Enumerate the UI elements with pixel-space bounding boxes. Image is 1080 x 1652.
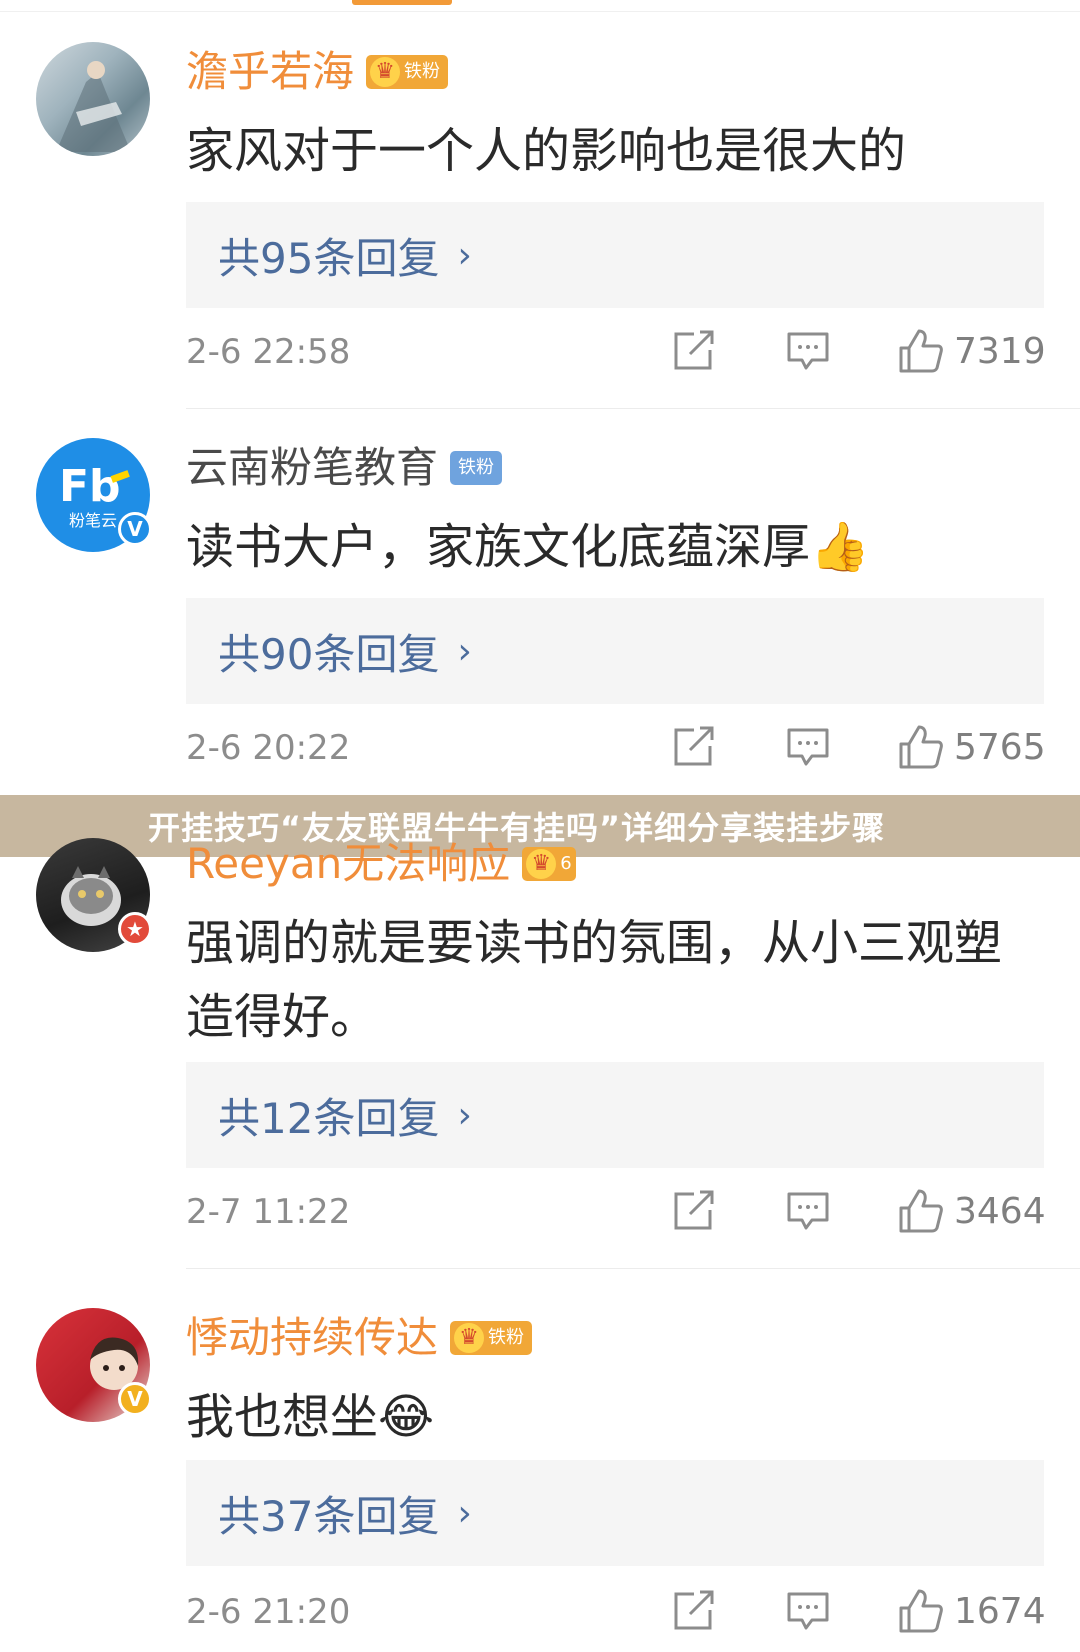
comment-text: 读书大户，家族文化底蕴深厚👍 — [186, 519, 870, 575]
like-count: 5765 — [954, 726, 1046, 768]
comment-button[interactable] — [786, 1588, 830, 1634]
avatar[interactable] — [36, 42, 150, 156]
comment-text: 强调的就是要读书的氛围，从小三观塑造得好。 — [186, 915, 1003, 1045]
divider — [186, 408, 1080, 409]
thumbs-up-icon — [899, 1589, 943, 1633]
comment-text: 我也想坐😂 — [186, 1389, 435, 1445]
replies-link[interactable]: 共37条回复 › — [186, 1460, 1044, 1566]
share-icon — [674, 1190, 714, 1230]
comment-time: 2-6 22:58 — [186, 332, 351, 372]
like-button[interactable]: 3464 — [898, 1188, 1046, 1234]
share-button[interactable] — [672, 1188, 716, 1234]
comment-icon — [787, 1592, 829, 1630]
replies-link[interactable]: 共12条回复 › — [186, 1062, 1044, 1168]
share-icon — [674, 1590, 714, 1630]
top-divider — [0, 11, 1080, 12]
username-text: 云南粉笔教育 — [186, 443, 439, 492]
replies-link[interactable]: 共95条回复 › — [186, 202, 1044, 308]
username-text: 悸动持续传达 — [186, 1313, 439, 1362]
avatar[interactable]: ★ — [36, 838, 152, 952]
fan-badge: 铁粉 — [450, 451, 503, 485]
username[interactable]: 悸动持续传达 ♛ 铁粉 5 — [186, 1310, 533, 1366]
divider — [186, 1268, 1080, 1269]
share-icon — [674, 330, 714, 370]
active-tab-indicator — [352, 0, 452, 5]
comment-icon — [787, 728, 829, 766]
fan-badge: ♛ 铁粉 5 — [450, 1321, 533, 1355]
username-text: 澹乎若海 — [186, 47, 355, 96]
fan-badge: ♛ 铁粉 6 — [366, 55, 449, 89]
top-bar — [0, 0, 1080, 12]
thumbs-up-icon — [899, 329, 943, 373]
avatar[interactable]: Fb 粉笔云 V — [36, 438, 152, 552]
username[interactable]: Reeyan无法响应 ♛ 6 — [186, 836, 576, 892]
crown-icon: ♛ — [526, 849, 557, 879]
comment-time: 2-7 11:22 — [186, 1192, 351, 1232]
replies-count: 共95条回复 — [218, 233, 440, 283]
comment-button[interactable] — [786, 328, 830, 374]
like-count: 3464 — [954, 1190, 1046, 1232]
logo-icon: Fb — [59, 461, 130, 509]
fan-badge: ♛ 6 — [522, 847, 576, 881]
thumbs-up-icon — [899, 725, 943, 769]
replies-link[interactable]: 共90条回复 › — [186, 598, 1044, 704]
replies-count: 共90条回复 — [218, 629, 440, 679]
comment-icon — [787, 1192, 829, 1230]
share-button[interactable] — [672, 724, 716, 770]
chevron-right-icon: › — [457, 1094, 472, 1136]
fan-badge-label: 铁粉 — [404, 61, 441, 82]
fan-badge-level: 6 — [560, 853, 572, 874]
crown-icon: ♛ — [454, 1323, 485, 1353]
chevron-right-icon: › — [457, 630, 472, 672]
star-icon: ★ — [118, 912, 152, 946]
comment-button[interactable] — [786, 1188, 830, 1234]
comment-button[interactable] — [786, 724, 830, 770]
verified-icon: V — [118, 512, 152, 546]
replies-count: 共12条回复 — [218, 1093, 440, 1143]
svg-text:Fb: Fb — [59, 461, 121, 509]
replies-count: 共37条回复 — [218, 1491, 440, 1541]
chevron-right-icon: › — [457, 234, 472, 276]
username-text: Reeyan无法响应 — [186, 839, 511, 888]
chevron-right-icon: › — [457, 1492, 472, 1534]
comment-time: 2-6 20:22 — [186, 728, 351, 768]
username[interactable]: 云南粉笔教育 铁粉 — [186, 440, 503, 496]
username[interactable]: 澹乎若海 ♛ 铁粉 6 — [186, 44, 449, 100]
crown-icon: ♛ — [370, 57, 401, 87]
avatar-caption: 粉笔云 — [68, 511, 117, 530]
comment-icon — [787, 332, 829, 370]
comment-time: 2-6 21:20 — [186, 1592, 351, 1632]
like-button[interactable]: 7319 — [898, 328, 1046, 374]
thumbs-up-icon — [899, 1189, 943, 1233]
avatar[interactable]: V — [36, 1308, 152, 1422]
fan-badge-label: 铁粉 — [458, 457, 495, 478]
verified-icon: V — [118, 1382, 152, 1416]
share-button[interactable] — [672, 1588, 716, 1634]
share-icon — [674, 726, 714, 766]
comment-text: 家风对于一个人的影响也是很大的 — [186, 123, 907, 179]
like-button[interactable]: 5765 — [898, 724, 1046, 770]
share-button[interactable] — [672, 328, 716, 374]
fan-badge-label: 铁粉 — [488, 1327, 525, 1348]
like-count: 7319 — [954, 330, 1046, 372]
like-button[interactable]: 1674 — [898, 1588, 1046, 1634]
like-count: 1674 — [954, 1590, 1046, 1632]
